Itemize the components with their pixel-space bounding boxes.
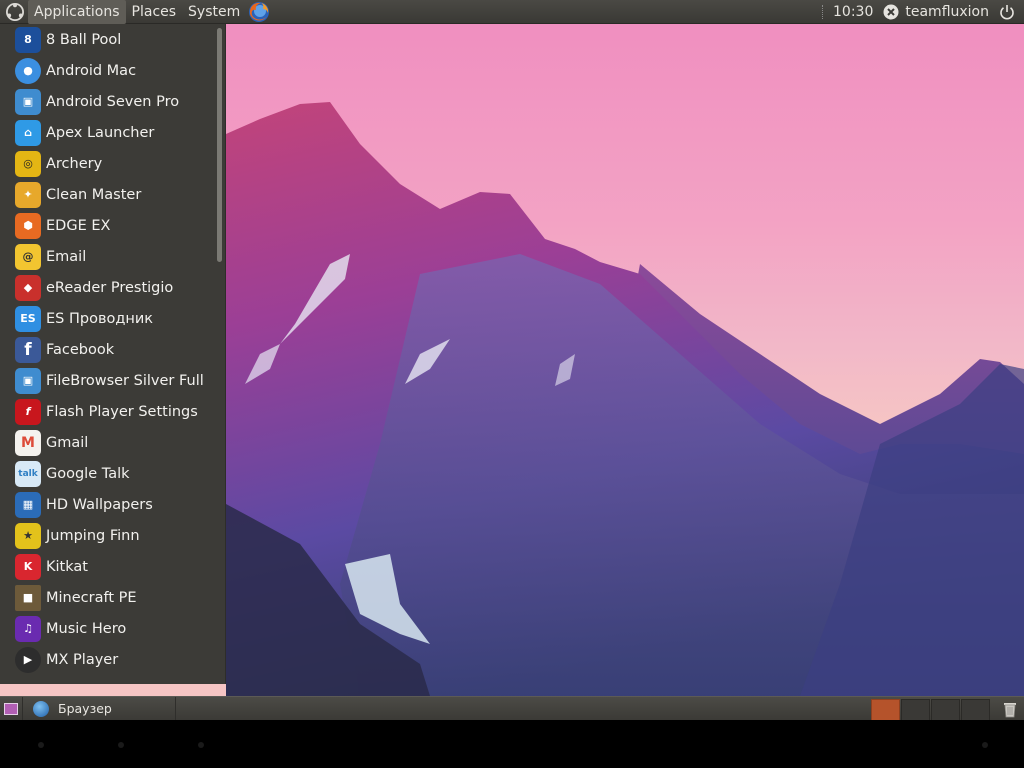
app-item-label: Music Hero	[46, 620, 127, 637]
app-item-label: Kitkat	[46, 558, 88, 575]
android-navigation-bar	[0, 720, 1024, 768]
workspace-switcher[interactable]	[870, 698, 990, 721]
browser-globe-icon	[33, 700, 49, 717]
app-item-label: Google Talk	[46, 465, 130, 482]
app-item-label: Clean Master	[46, 186, 142, 203]
app-item-label: ES Проводник	[46, 310, 154, 327]
app-item-label: 8 Ball Pool	[46, 31, 122, 48]
taskbar-item-label: Браузер	[58, 701, 112, 716]
eight-ball-icon: 8	[15, 26, 41, 53]
places-menu-label: Places	[131, 3, 177, 20]
app-item-label: Android Mac	[46, 62, 137, 79]
jumping-finn-icon: ★	[15, 522, 41, 549]
workspace-4[interactable]	[961, 698, 990, 721]
show-desktop-icon	[4, 702, 18, 715]
app-item-jumping-finn[interactable]: ★ Jumping Finn	[0, 520, 225, 551]
places-menu-button[interactable]: Places	[126, 0, 183, 24]
app-item-label: Archery	[46, 155, 103, 172]
app-item-mx-player[interactable]: ▶ MX Player	[0, 644, 225, 675]
taskbar-item-browser[interactable]: Браузер	[22, 696, 176, 721]
hd-wallpapers-icon: ▦	[15, 491, 41, 518]
app-item-flash-player[interactable]: f Flash Player Settings	[0, 396, 225, 427]
workspace-3[interactable]	[931, 698, 960, 721]
app-item-label: MX Player	[46, 651, 119, 668]
app-item-music-hero[interactable]: ♫ Music Hero	[0, 613, 225, 644]
trash-icon[interactable]	[1000, 699, 1020, 719]
music-hero-icon: ♫	[15, 615, 41, 642]
app-item-email[interactable]: @ Email	[0, 241, 225, 272]
nav-dot	[198, 742, 204, 748]
app-item-label: Jumping Finn	[46, 527, 140, 544]
ereader-prestigio-icon: ◆	[15, 274, 41, 301]
app-item-hd-wallpapers[interactable]: ▦ HD Wallpapers	[0, 489, 225, 520]
app-item-filebrowser[interactable]: ▣ FileBrowser Silver Full	[0, 365, 225, 396]
app-item-label: Facebook	[46, 341, 115, 358]
flash-player-icon: f	[15, 398, 41, 425]
menu-scrollbar[interactable]	[217, 28, 222, 262]
app-item-google-talk[interactable]: talk Google Talk	[0, 458, 225, 489]
app-item-label: Minecraft PE	[46, 589, 137, 606]
android-seven-pro-icon: ▣	[15, 88, 41, 115]
filebrowser-icon: ▣	[15, 367, 41, 394]
ubuntu-logo-icon[interactable]	[6, 2, 24, 21]
minecraft-pe-icon: ■	[15, 584, 41, 611]
app-item-apex-launcher[interactable]: ⌂ Apex Launcher	[0, 117, 225, 148]
nav-dot	[982, 742, 988, 748]
app-item-label: Android Seven Pro	[46, 93, 180, 110]
clean-master-icon: ✦	[15, 181, 41, 208]
app-item-label: Apex Launcher	[46, 124, 155, 141]
apex-launcher-icon: ⌂	[15, 119, 41, 146]
app-item-label: Email	[46, 248, 87, 265]
app-item-label: Gmail	[46, 434, 89, 451]
app-item-kitkat[interactable]: K Kitkat	[0, 551, 225, 582]
google-talk-icon: talk	[15, 460, 41, 487]
username-label[interactable]: teamfluxion	[905, 4, 989, 20]
system-menu-button[interactable]: System	[182, 0, 246, 24]
nav-dot	[38, 742, 44, 748]
app-item-minecraft-pe[interactable]: ■ Minecraft PE	[0, 582, 225, 613]
gmail-icon: M	[15, 429, 41, 456]
app-item-ereader-prestigio[interactable]: ◆ eReader Prestigio	[0, 272, 225, 303]
app-item-es-explorer[interactable]: ES ES Проводник	[0, 303, 225, 334]
es-file-explorer-icon: ES	[15, 305, 41, 332]
app-item-android-mac[interactable]: ● Android Mac	[0, 55, 225, 86]
edge-ex-icon: ⬢	[15, 212, 41, 239]
workspace-2[interactable]	[901, 698, 930, 721]
workspace-1[interactable]	[871, 698, 900, 721]
android-mac-icon: ●	[15, 57, 41, 84]
applications-menu-label: Applications	[34, 3, 120, 20]
app-item-label: FileBrowser Silver Full	[46, 372, 204, 389]
firefox-icon[interactable]	[248, 1, 270, 23]
facebook-icon: f	[15, 336, 41, 363]
applications-menu-button[interactable]: Applications	[28, 0, 126, 24]
archery-icon: ◎	[15, 150, 41, 177]
applications-menu[interactable]: 8 8 Ball Pool ● Android Mac ▣ Android Se…	[0, 24, 226, 684]
app-item-edge-ex[interactable]: ⬢ EDGE EX	[0, 210, 225, 241]
bottom-panel: Браузер	[0, 696, 1024, 721]
mx-player-icon: ▶	[15, 646, 41, 673]
system-tray: 10:30 teamfluxion	[822, 0, 1024, 24]
clock[interactable]: 10:30	[833, 4, 873, 20]
system-menu-label: System	[188, 3, 241, 20]
app-item-facebook[interactable]: f Facebook	[0, 334, 225, 365]
show-desktop-button[interactable]	[0, 697, 22, 721]
app-item-archery[interactable]: ◎ Archery	[0, 148, 225, 179]
nav-dot	[118, 742, 124, 748]
app-item-label: EDGE EX	[46, 217, 111, 234]
app-item-gmail[interactable]: M Gmail	[0, 427, 225, 458]
email-icon: @	[15, 243, 41, 270]
app-item-label: Flash Player Settings	[46, 403, 198, 420]
app-item-8-ball-pool[interactable]: 8 8 Ball Pool	[0, 24, 225, 55]
top-panel: Applications Places System 10:30 teamflu…	[0, 0, 1024, 24]
tray-separator	[822, 4, 825, 19]
app-item-android-seven-pro[interactable]: ▣ Android Seven Pro	[0, 86, 225, 117]
user-status-icon[interactable]	[883, 4, 899, 20]
app-item-label: HD Wallpapers	[46, 496, 153, 513]
power-icon[interactable]	[999, 4, 1015, 20]
app-item-clean-master[interactable]: ✦ Clean Master	[0, 179, 225, 210]
app-item-label: eReader Prestigio	[46, 279, 174, 296]
kitkat-icon: K	[15, 553, 41, 580]
